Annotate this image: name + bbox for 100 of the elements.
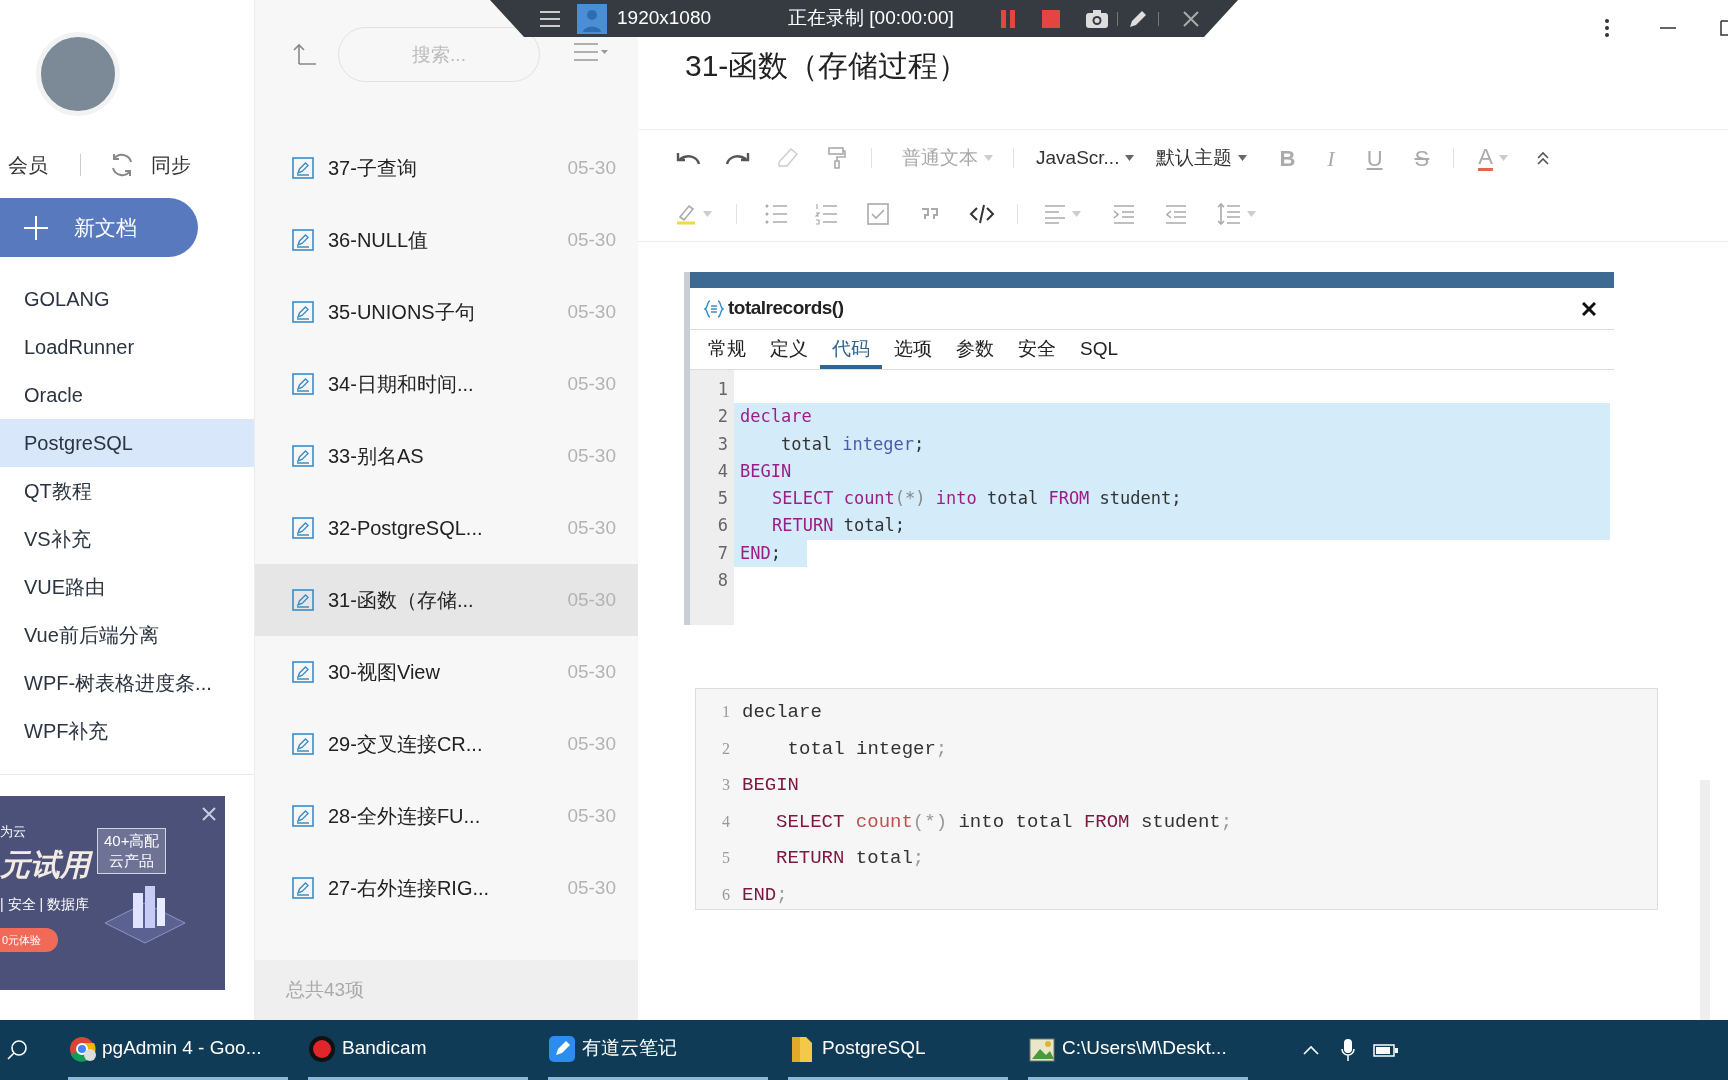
battery-icon[interactable]	[1373, 1042, 1399, 1058]
numbered-list-icon[interactable]	[815, 202, 837, 225]
line-number: 4	[721, 811, 730, 832]
theme-dropdown[interactable]: 默认主题	[1156, 143, 1248, 173]
dialog-tab[interactable]: 代码	[820, 330, 882, 369]
note-title: 34-日期和时间...	[328, 372, 474, 397]
bullet-list-icon[interactable]	[765, 202, 787, 225]
dialog-tab[interactable]: 定义	[758, 330, 820, 369]
caret-icon	[1498, 155, 1508, 161]
highlighter-icon[interactable]	[675, 202, 697, 225]
code-line: total integer;	[779, 432, 925, 456]
ad-brand: 为云	[0, 824, 26, 840]
folder-item[interactable]: WPF补充	[0, 707, 254, 755]
eraser-icon	[777, 148, 799, 168]
line-height-icon[interactable]	[1217, 202, 1241, 225]
indent-icon[interactable]	[1113, 203, 1135, 224]
folder-item[interactable]: VUE路由	[0, 563, 254, 611]
language-dropdown[interactable]: JavaScr...	[1036, 143, 1135, 173]
ad-tags: | 安全 | 数据库	[0, 896, 89, 912]
folder-item[interactable]: GOLANG	[0, 275, 254, 323]
note-title: 33-别名AS	[328, 444, 424, 469]
maximize-icon[interactable]	[1720, 20, 1728, 36]
note-date: 05-30	[567, 731, 616, 756]
note-title: 28-全外连接FU...	[328, 804, 481, 829]
note-date: 05-30	[567, 515, 616, 540]
member-link[interactable]: 会员	[8, 150, 48, 180]
note-icon	[292, 301, 314, 323]
code-icon[interactable]	[969, 203, 995, 224]
note-icon	[292, 229, 314, 251]
undo-icon[interactable]	[675, 150, 701, 166]
caret-icon	[703, 210, 712, 217]
redo-icon[interactable]	[725, 150, 751, 166]
taskbar-button[interactable]: C:\Users\M\Deskt...	[1028, 1020, 1248, 1080]
align-left-icon[interactable]	[1044, 203, 1066, 224]
note-icon	[292, 805, 314, 827]
caret-icon	[1125, 155, 1135, 161]
code-line: total integer;	[786, 736, 948, 762]
caret-icon	[1072, 210, 1081, 217]
upload-icon[interactable]	[293, 42, 317, 66]
line-number: 7	[717, 541, 728, 565]
dialog-tab[interactable]: 安全	[1006, 330, 1068, 369]
taskbar-button[interactable]: 有道云笔记	[548, 1020, 768, 1080]
stop-icon[interactable]	[1041, 9, 1060, 28]
scrollbar[interactable]	[1700, 780, 1710, 1020]
caret-icon	[984, 155, 993, 161]
ad-badge-text: 40+高配	[104, 831, 160, 851]
taskbar-button[interactable]: PostgreSQL	[788, 1020, 1008, 1080]
browser-icon	[68, 1034, 96, 1063]
resolution-label: 1920x1080	[617, 6, 712, 31]
paint-roller-icon[interactable]	[827, 147, 847, 169]
note-date: 05-30	[567, 443, 616, 468]
note-app-icon	[548, 1034, 576, 1063]
microphone-icon[interactable]	[1341, 1038, 1355, 1062]
menu-icon[interactable]	[540, 10, 560, 27]
folder-item[interactable]: Vue前后端分离	[0, 611, 254, 659]
quote-icon[interactable]	[921, 206, 939, 221]
pause-icon[interactable]	[1000, 9, 1015, 28]
taskbar-button[interactable]: Bandicam	[308, 1020, 528, 1080]
note-title-heading: 31-函数（存储过程）	[685, 48, 970, 84]
note-date: 05-30	[567, 155, 616, 180]
outdent-icon[interactable]	[1165, 203, 1187, 224]
note-date: 05-30	[567, 299, 616, 324]
folder-item[interactable]: Oracle	[0, 371, 254, 419]
note-icon	[292, 445, 314, 467]
folder-item[interactable]: VS补充	[0, 515, 254, 563]
sync-link[interactable]: 同步	[151, 150, 191, 180]
taskbar-button[interactable]: pgAdmin 4 - Goo...	[68, 1020, 288, 1080]
folder-item[interactable]: WPF-树表格进度条...	[0, 659, 254, 707]
line-number: 1	[721, 702, 730, 723]
chevron-up-icon[interactable]	[1303, 1045, 1319, 1055]
folder-item[interactable]: LoadRunner	[0, 323, 254, 371]
note-date: 05-30	[567, 659, 616, 684]
note-title: 32-PostgreSQL...	[328, 516, 483, 541]
more-icon[interactable]	[1604, 18, 1610, 38]
code-line: RETURN total;	[771, 514, 906, 538]
line-number: 1	[717, 378, 728, 401]
user-icon[interactable]	[577, 3, 607, 34]
dialog-tab[interactable]: SQL	[1068, 330, 1131, 369]
note-icon	[292, 517, 314, 539]
search-icon[interactable]	[6, 1039, 28, 1061]
pencil-icon[interactable]	[1127, 8, 1148, 29]
camera-icon[interactable]	[1084, 8, 1109, 29]
dialog-tab[interactable]: 选项	[882, 330, 944, 369]
close-icon[interactable]	[1582, 301, 1596, 316]
new-document-button[interactable]: 新文档	[0, 198, 198, 257]
dialog-tab[interactable]: 常规	[696, 330, 758, 369]
folder-item[interactable]: QT教程	[0, 467, 254, 515]
sync-icon[interactable]	[109, 152, 135, 178]
code-line: declare	[739, 405, 812, 429]
line-number: 4	[717, 459, 728, 483]
code-line: RETURN total;	[775, 846, 925, 871]
note-title: 35-UNIONS子句	[328, 300, 475, 325]
code-line: SELECT count(*) into total FROM student;	[771, 487, 1182, 511]
line-number: 6	[721, 884, 730, 905]
folder-item[interactable]: PostgreSQL	[0, 419, 254, 467]
collapse-icon[interactable]	[1535, 151, 1550, 165]
search-field[interactable]: 搜索...	[338, 27, 540, 82]
checkbox-icon[interactable]	[867, 202, 889, 225]
note-title: 29-交叉连接CR...	[328, 732, 483, 757]
dialog-tab[interactable]: 参数	[944, 330, 1006, 369]
